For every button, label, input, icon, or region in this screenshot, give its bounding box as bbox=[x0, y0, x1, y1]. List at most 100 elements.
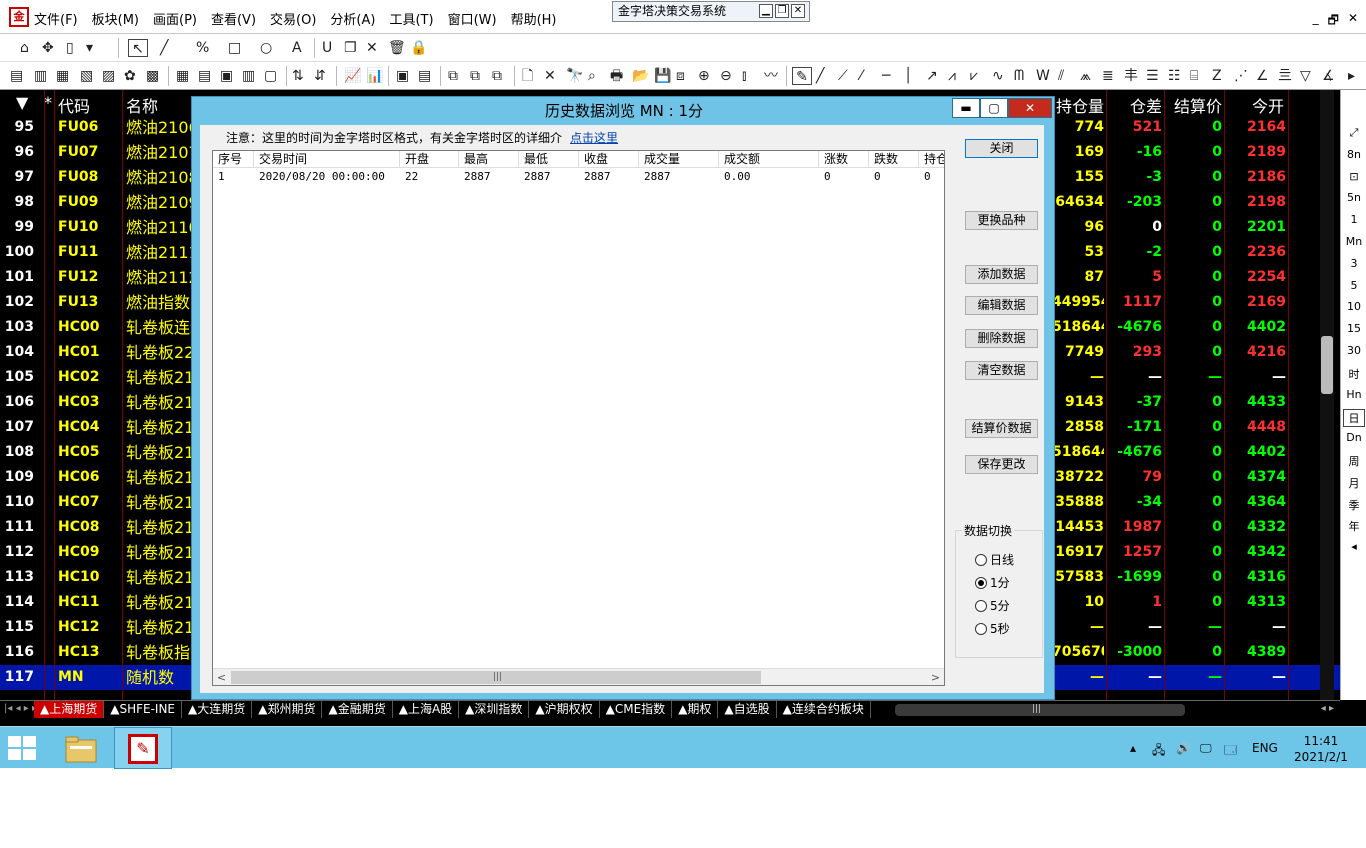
window-title-bar[interactable]: 金字塔决策交易系统 ▁ ❐ ✕ bbox=[612, 1, 810, 22]
close-button[interactable]: 关闭 bbox=[965, 139, 1038, 158]
duplicate-icon[interactable]: ⧉ bbox=[492, 67, 502, 85]
angle-icon[interactable]: ∠ bbox=[1256, 67, 1269, 85]
dropdown-arrow-icon[interactable]: ▾ bbox=[86, 39, 93, 57]
layout-icon-3[interactable]: ▣ bbox=[220, 67, 233, 85]
sheet-tab[interactable]: ▲郑州期货 bbox=[252, 701, 323, 718]
tray-expand-icon[interactable]: ▴ bbox=[1130, 741, 1136, 755]
sheet-tab[interactable]: ▲大连期货 bbox=[182, 701, 253, 718]
copy-icon[interactable]: ⧉ bbox=[448, 67, 458, 85]
table-vertical-scrollbar[interactable] bbox=[1320, 90, 1334, 700]
period-button[interactable]: ⤢ bbox=[1341, 126, 1366, 140]
file-explorer-icon[interactable] bbox=[64, 734, 98, 764]
zoom-out-icon[interactable]: ⊖ bbox=[720, 67, 732, 85]
toolbar-icon-1[interactable]: ▤ bbox=[10, 67, 23, 85]
pen-icon[interactable]: ✎ bbox=[792, 67, 812, 85]
vertical-bar-icon[interactable]: ▯ bbox=[66, 39, 74, 57]
period-radio[interactable]: 日线 bbox=[975, 551, 1014, 568]
menu-tools[interactable]: 工具(T) bbox=[389, 9, 433, 28]
grid-column-header[interactable]: 最高 bbox=[459, 151, 519, 168]
wave-icon[interactable]: 〰 bbox=[764, 67, 778, 85]
volume-icon[interactable]: 🔊 bbox=[1176, 741, 1191, 755]
grid-column-header[interactable]: 开盘 bbox=[400, 151, 459, 168]
radio-circle-icon[interactable] bbox=[975, 576, 987, 589]
period-button[interactable]: 年 bbox=[1341, 518, 1366, 534]
sheet-tab[interactable]: ▲连续合约板块 bbox=[777, 701, 871, 718]
ray-line-icon[interactable]: ⟋ bbox=[838, 67, 848, 85]
mdi-restore-icon[interactable]: 🗗 bbox=[1328, 11, 1339, 32]
tray-network-icon[interactable]: 🖧 bbox=[1152, 741, 1165, 762]
period-radio[interactable]: 5分 bbox=[975, 597, 1010, 614]
grid-column-header[interactable]: 最低 bbox=[519, 151, 579, 168]
sort-desc-icon[interactable]: ⇵ bbox=[314, 67, 326, 85]
settle-data-button[interactable]: 结算价数据 bbox=[965, 419, 1038, 438]
vertical-line-icon[interactable]: │ bbox=[904, 67, 912, 85]
zoom-in-icon[interactable]: ⊕ bbox=[698, 67, 710, 85]
dialog-maximize-icon[interactable]: ▢ bbox=[980, 98, 1008, 118]
grid-column-header[interactable]: 成交量 bbox=[639, 151, 719, 168]
period-button[interactable]: ⊡ bbox=[1341, 170, 1366, 183]
sheet-tab[interactable]: ▲深圳指数 bbox=[459, 701, 530, 718]
copy-tool-icon[interactable]: ❐ bbox=[344, 39, 357, 57]
cycle-icon[interactable]: ⌸ bbox=[1190, 67, 1198, 85]
period-button[interactable]: 1 bbox=[1341, 213, 1366, 226]
toolbar-icon-4[interactable]: ▧ bbox=[80, 67, 93, 85]
change-symbol-button[interactable]: 更换品种 bbox=[965, 211, 1038, 230]
column-code[interactable]: 代码 bbox=[58, 93, 90, 117]
sort-asc-icon[interactable]: ⇅ bbox=[292, 67, 304, 85]
grid-column-header[interactable]: 序号 bbox=[213, 151, 254, 168]
mdi-minimize-icon[interactable]: _ bbox=[1313, 11, 1319, 32]
period-button[interactable]: 30 bbox=[1341, 344, 1366, 357]
print-icon[interactable]: 🖶 bbox=[610, 67, 623, 85]
sheet-tab[interactable]: ▲CME指数 bbox=[600, 701, 673, 718]
horizontal-line-icon[interactable]: ─ bbox=[882, 67, 890, 85]
menu-window[interactable]: 窗口(W) bbox=[448, 9, 497, 28]
polyline-icon[interactable]: ⩘ bbox=[948, 67, 956, 85]
sheet-tab[interactable]: ▲SHFE-INE bbox=[104, 701, 183, 718]
menu-analysis[interactable]: 分析(A) bbox=[330, 9, 375, 28]
close-icon[interactable]: ✕ bbox=[791, 4, 805, 18]
period-button[interactable]: 季 bbox=[1341, 497, 1366, 513]
period-button[interactable]: 周 bbox=[1341, 453, 1366, 469]
dialog-close-icon[interactable]: ✕ bbox=[1008, 98, 1052, 118]
sheet-tab[interactable]: ▲期权 bbox=[672, 701, 719, 718]
layout-icon-1[interactable]: ▦ bbox=[176, 67, 189, 85]
channel-icon[interactable]: ⫽ bbox=[1058, 67, 1064, 85]
menu-sector[interactable]: 板块(M) bbox=[92, 9, 139, 28]
period-button[interactable]: 15 bbox=[1341, 322, 1366, 335]
menu-file[interactable]: 文件(F) bbox=[34, 9, 78, 28]
period-button[interactable]: 5n bbox=[1341, 191, 1366, 204]
period-button[interactable]: 8n bbox=[1341, 148, 1366, 161]
column-name[interactable]: 名称 bbox=[126, 93, 158, 117]
binoculars-icon[interactable]: 🔭 bbox=[566, 67, 583, 85]
note-link[interactable]: 点击这里 bbox=[570, 131, 618, 145]
layout-icon-4[interactable]: ▥ bbox=[242, 67, 255, 85]
grid-column-header[interactable]: 涨数 bbox=[819, 151, 869, 168]
toolbar-icon-7[interactable]: ▩ bbox=[146, 67, 159, 85]
start-button[interactable] bbox=[8, 736, 38, 762]
mdi-close-icon[interactable]: ✕ bbox=[1348, 11, 1358, 32]
scroll-left-icon[interactable]: < bbox=[213, 669, 230, 685]
sheet-tab[interactable]: ▲上海A股 bbox=[393, 701, 460, 718]
history-grid[interactable]: 序号交易时间开盘最高最低收盘成交量成交额涨数跌数持仓 1 2020/08/20 0… bbox=[212, 150, 945, 686]
delete-data-button[interactable]: 删除数据 bbox=[965, 329, 1038, 348]
fan-lines-icon[interactable]: ⋰ bbox=[1234, 67, 1248, 85]
toolbar-icon-3[interactable]: ▦ bbox=[56, 67, 69, 85]
magnet-icon[interactable]: U bbox=[322, 39, 332, 57]
menu-view[interactable]: 查看(V) bbox=[211, 9, 256, 28]
column-open[interactable]: 今开 bbox=[1252, 93, 1284, 117]
arrow-line-icon[interactable]: ↗ bbox=[926, 67, 938, 85]
clear-data-button[interactable]: 清空数据 bbox=[965, 361, 1038, 380]
m-pattern-icon[interactable]: ᗰ bbox=[1014, 67, 1024, 85]
new-document-icon[interactable]: 🗋 bbox=[522, 67, 533, 85]
zigzag-icon[interactable]: ⩗ bbox=[970, 67, 978, 85]
period-button[interactable]: 日 bbox=[1343, 409, 1365, 428]
layout-icon-2[interactable]: ▤ bbox=[198, 67, 211, 85]
window-icon-2[interactable]: ▤ bbox=[418, 67, 431, 85]
radio-circle-icon[interactable] bbox=[975, 553, 987, 566]
column-settle[interactable]: 结算价 bbox=[1174, 93, 1222, 117]
grid-column-header[interactable]: 跌数 bbox=[869, 151, 919, 168]
action-center-icon[interactable]: 🗔 bbox=[1224, 741, 1237, 762]
toolbar-icon-5[interactable]: ▨ bbox=[102, 67, 115, 85]
layout-icon-5[interactable]: ▢ bbox=[264, 67, 277, 85]
move-icon[interactable]: ✥ bbox=[42, 39, 54, 57]
